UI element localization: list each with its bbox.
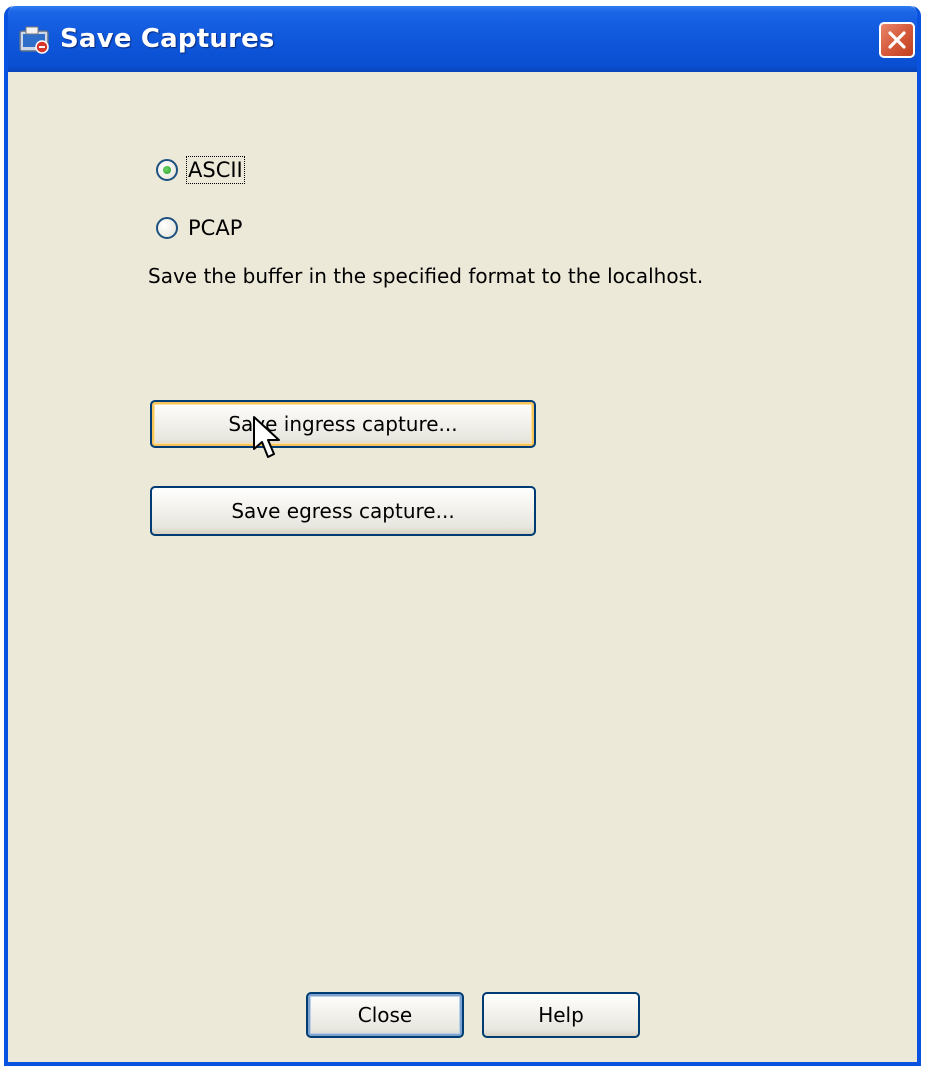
save-ingress-capture-button[interactable]: Save ingress capture...: [150, 400, 536, 448]
radio-selected-dot: [163, 166, 171, 174]
radio-pcap[interactable]: PCAP: [156, 216, 242, 240]
radio-label-pcap: PCAP: [188, 216, 243, 240]
close-icon[interactable]: [879, 22, 915, 58]
radio-label-ascii: ASCII: [186, 156, 245, 184]
save-egress-capture-button[interactable]: Save egress capture...: [150, 486, 536, 536]
radio-ascii[interactable]: ASCII: [156, 156, 245, 184]
radio-button-pcap[interactable]: [156, 217, 178, 239]
format-description: Save the buffer in the specified format …: [148, 264, 704, 288]
help-button[interactable]: Help: [482, 992, 640, 1038]
save-captures-dialog: Save Captures ASCII PCAP Save the buffer…: [4, 6, 921, 1066]
title-bar[interactable]: Save Captures: [8, 6, 917, 72]
x-glyph-icon: [888, 31, 906, 49]
dialog-title: Save Captures: [60, 24, 275, 54]
mouse-cursor-icon: [253, 416, 280, 458]
radio-button-ascii[interactable]: [156, 159, 178, 181]
capture-app-icon: [19, 26, 49, 54]
dialog-body: ASCII PCAP Save the buffer in the specif…: [8, 72, 917, 1062]
close-button[interactable]: Close: [306, 992, 464, 1038]
